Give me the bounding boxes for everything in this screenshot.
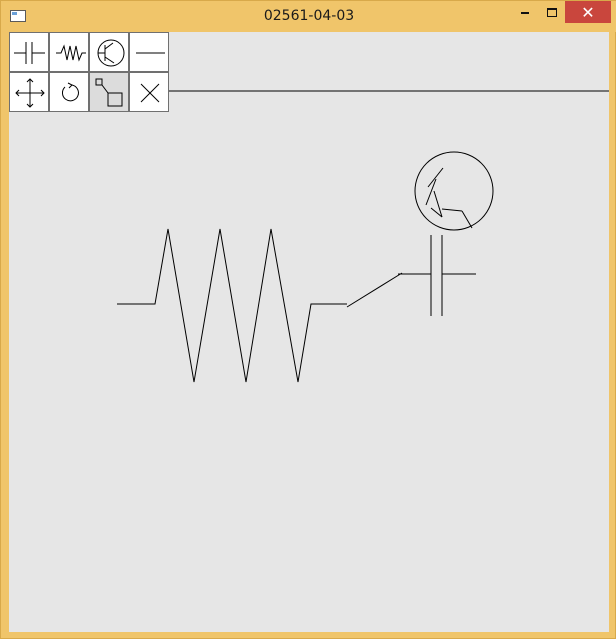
schematic-canvas[interactable] [9,32,609,632]
minimize-button[interactable] [511,1,539,23]
transistor-tool-button[interactable] [89,32,129,72]
app-window: 02561-04-03 ✕ [0,0,616,639]
transistor-icon [97,39,125,67]
resistor-icon [56,44,86,62]
resistor-tool-button[interactable] [49,32,89,72]
line-icon [136,52,165,54]
move-tool-button[interactable] [9,72,49,112]
delete-x-icon [140,83,160,103]
transistor-component [414,151,494,231]
delete-tool-button[interactable] [129,72,169,112]
capacitor-component [398,235,476,316]
connect-tool-button[interactable] [89,72,129,112]
close-icon: ✕ [581,2,595,22]
resistor-component [117,228,347,383]
maximize-icon [547,7,557,17]
maximize-button[interactable] [539,1,565,23]
rotate-icon [61,82,79,102]
move-arrows-icon [15,78,45,108]
connection-wire [346,272,403,308]
close-button[interactable]: ✕ [565,1,611,23]
tool-palette [9,32,169,112]
rotate-tool-button[interactable] [49,72,89,112]
title-bar[interactable]: 02561-04-03 ✕ [1,1,616,32]
capacitor-icon [14,42,45,64]
wire-tool-button[interactable] [129,32,169,72]
minimize-icon [521,12,529,14]
capacitor-tool-button[interactable] [9,32,49,72]
connect-icon [95,78,123,107]
drawing-area[interactable] [9,32,609,632]
